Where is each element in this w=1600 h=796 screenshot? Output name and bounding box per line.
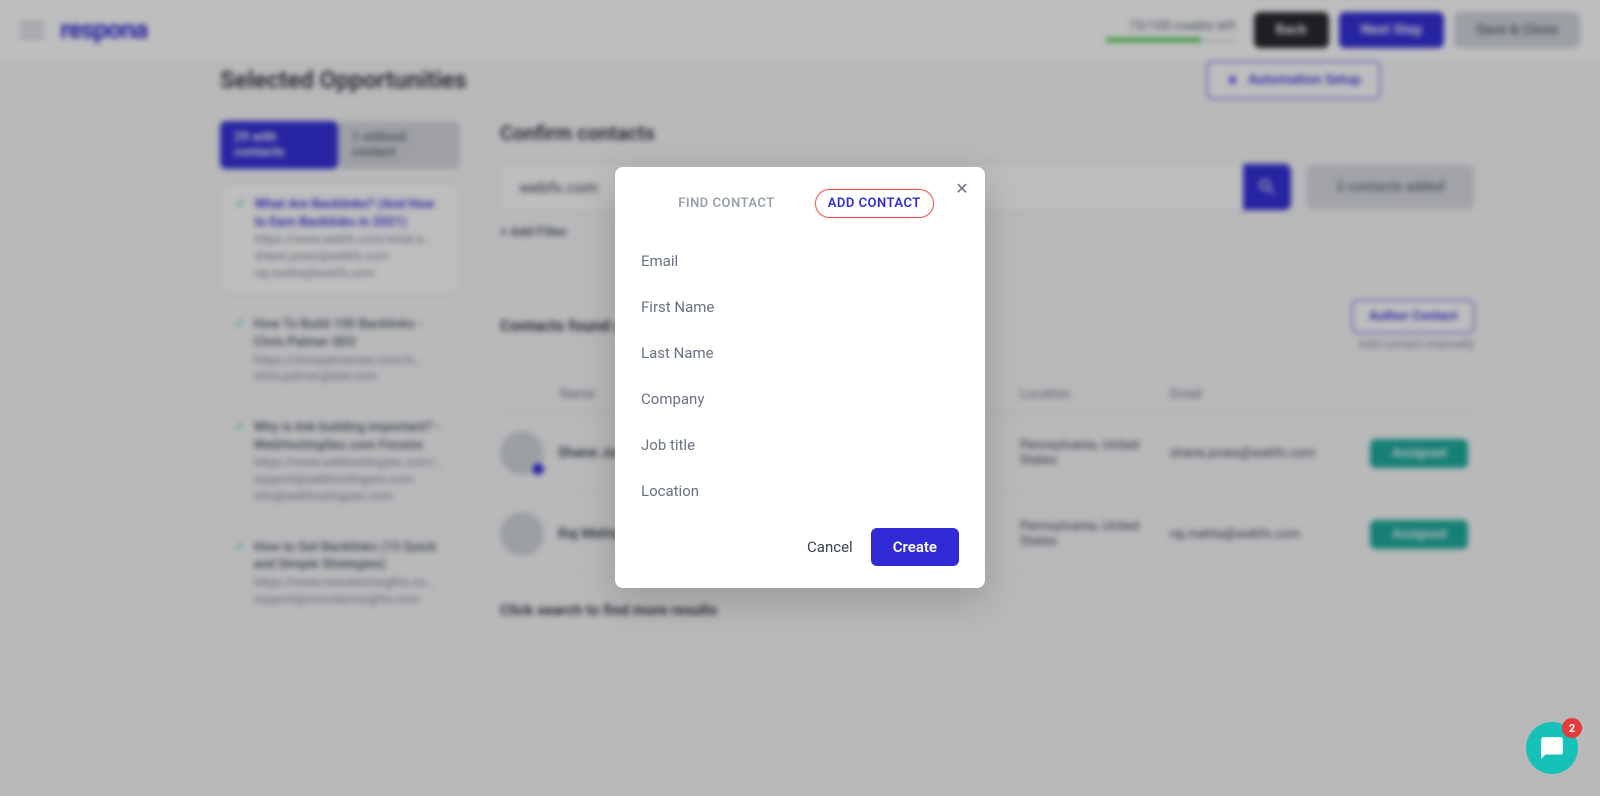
tab-add-contact[interactable]: ADD CONTACT — [815, 189, 934, 218]
chat-icon — [1539, 735, 1565, 761]
chat-unread-badge: 2 — [1562, 718, 1582, 738]
email-field[interactable] — [641, 238, 959, 284]
last-name-field[interactable] — [641, 330, 959, 376]
company-field[interactable] — [641, 376, 959, 422]
chat-launcher[interactable]: 2 — [1526, 722, 1578, 774]
location-field[interactable] — [641, 468, 959, 514]
close-icon[interactable]: ✕ — [953, 179, 971, 197]
create-button[interactable]: Create — [871, 528, 959, 566]
tab-find-contact[interactable]: FIND CONTACT — [666, 190, 787, 217]
add-contact-modal: ✕ FIND CONTACT ADD CONTACT Cancel Create — [615, 167, 985, 588]
job-title-field[interactable] — [641, 422, 959, 468]
cancel-button[interactable]: Cancel — [807, 538, 853, 556]
first-name-field[interactable] — [641, 284, 959, 330]
modal-overlay: ✕ FIND CONTACT ADD CONTACT Cancel Create — [0, 0, 1600, 796]
